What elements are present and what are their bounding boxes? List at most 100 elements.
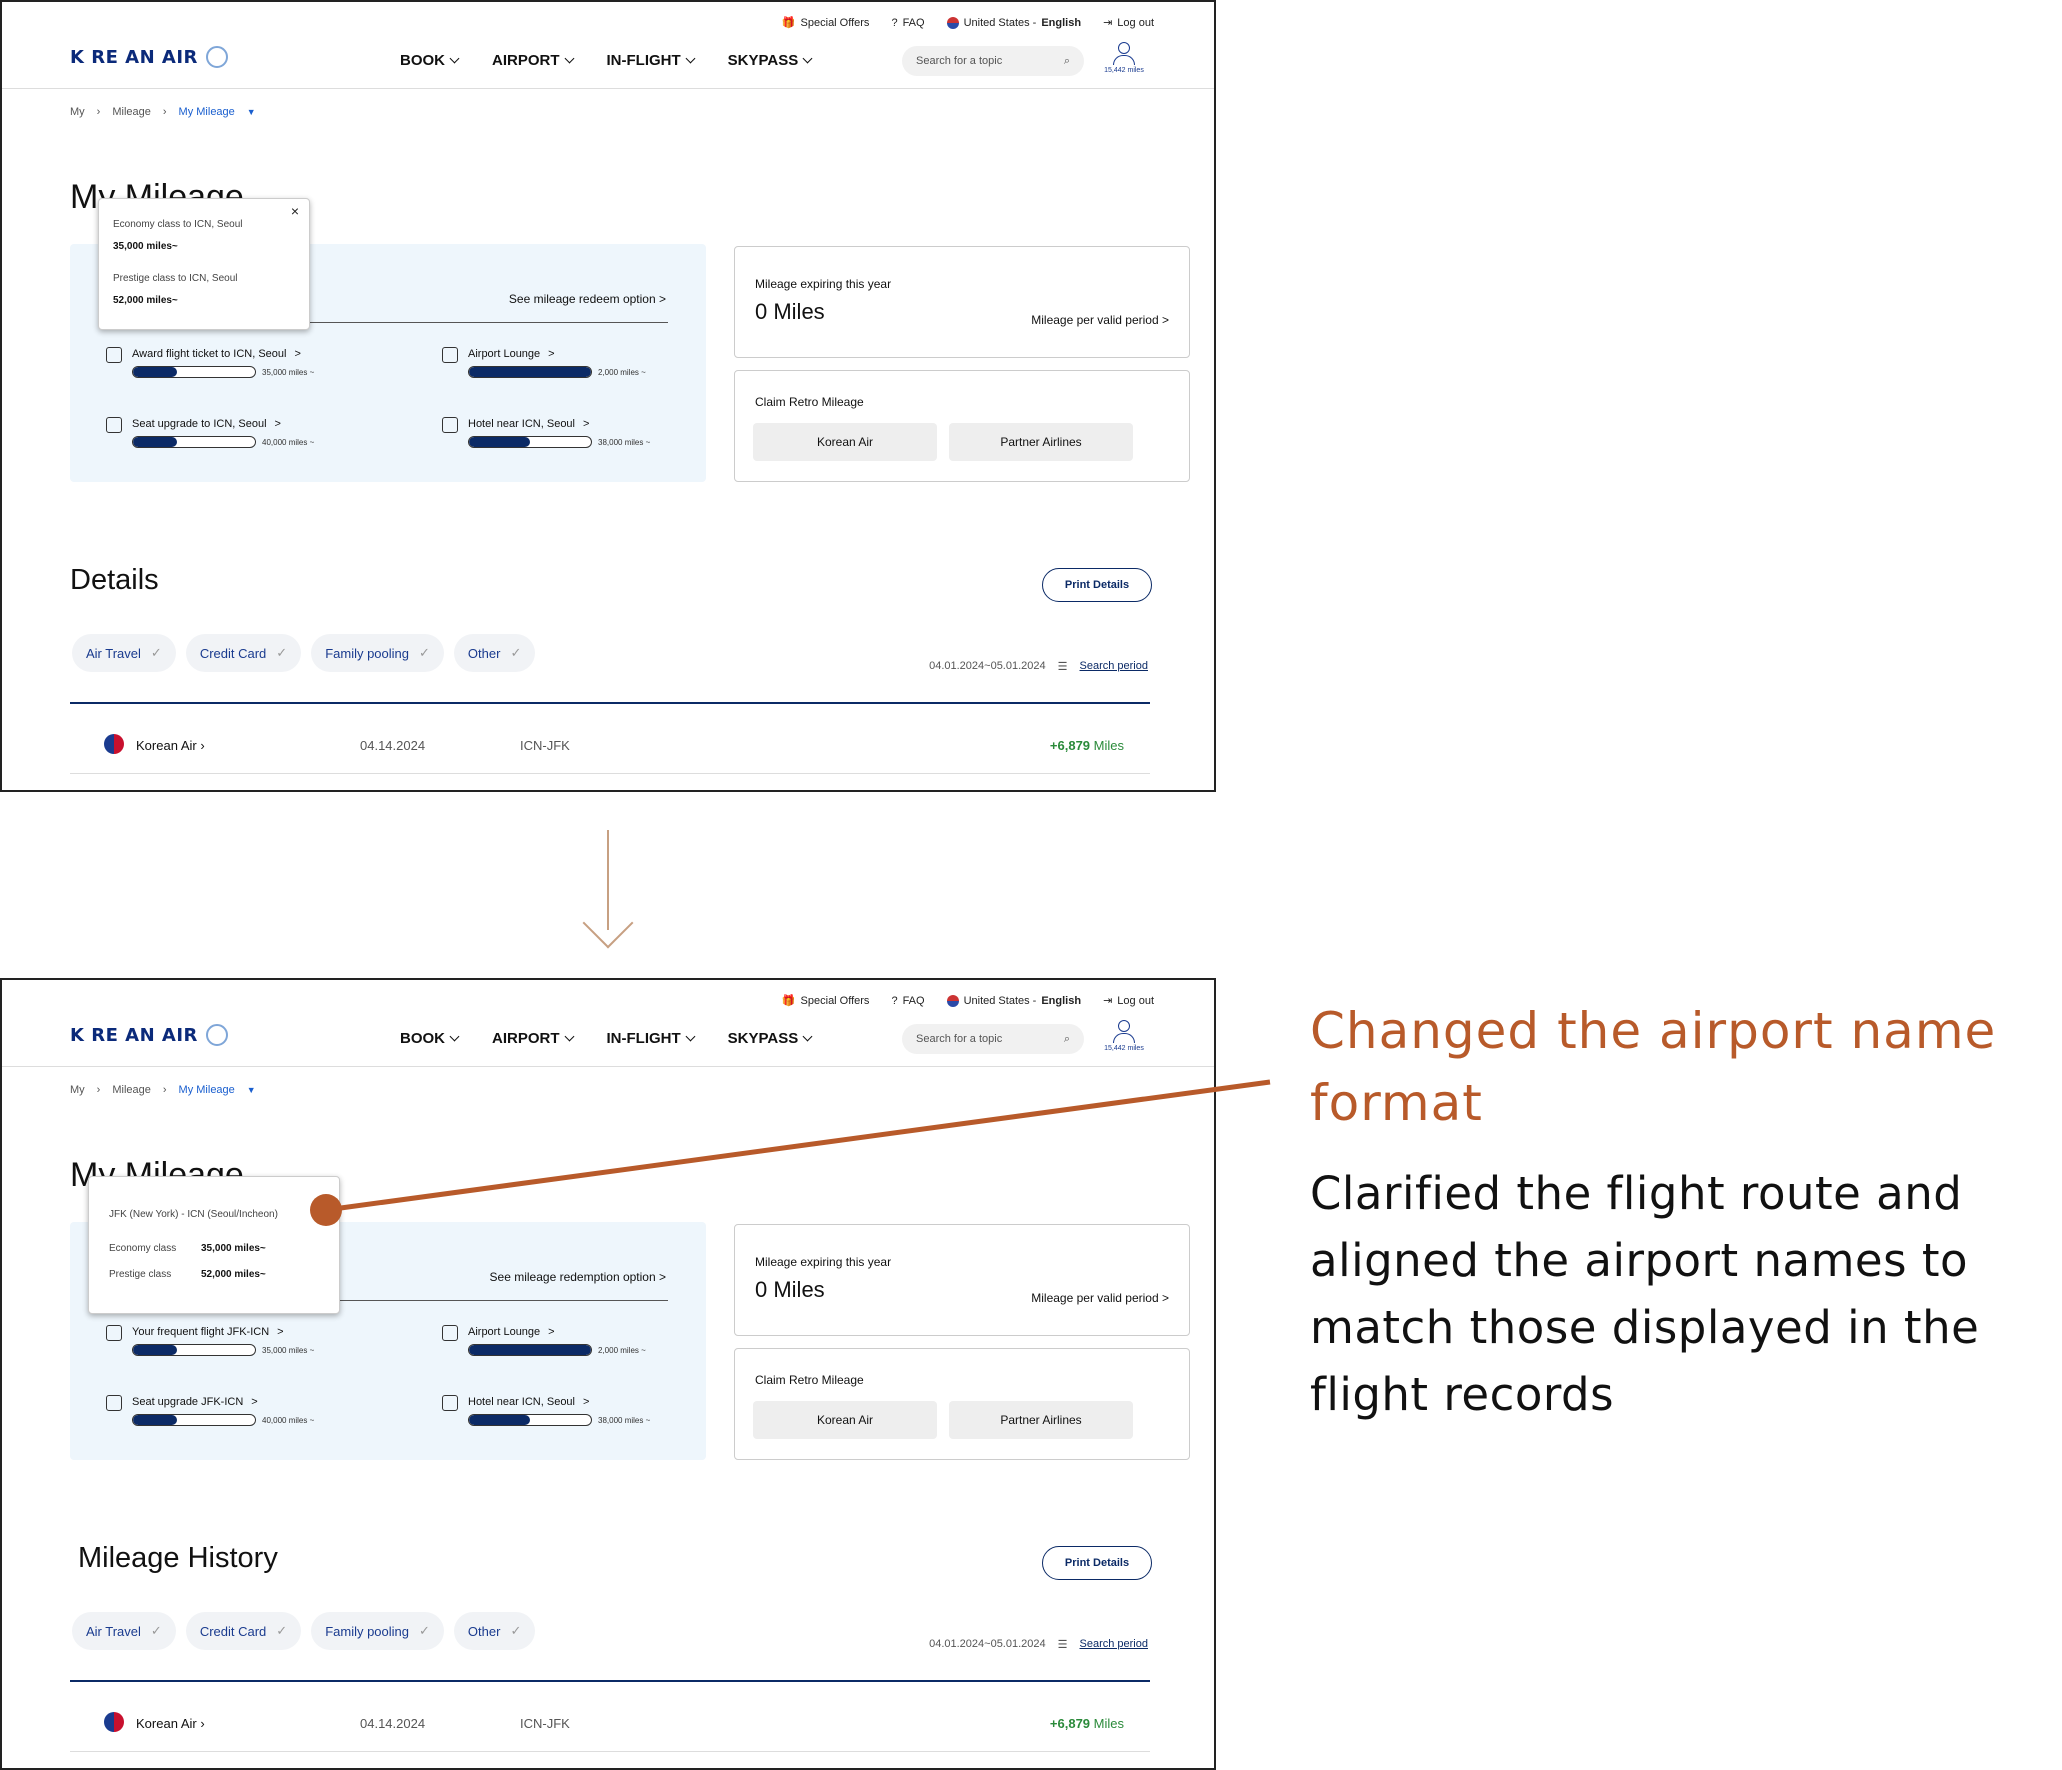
nav-skypass[interactable]: SKYPASS bbox=[728, 52, 813, 69]
redeem-option-link[interactable]: See mileage redeem option > bbox=[509, 292, 666, 306]
caret-down-icon[interactable]: ▼ bbox=[247, 107, 256, 117]
table-row[interactable]: Korean Air › 04.14.2024 ICN-JFK +6,879 M… bbox=[70, 714, 1150, 774]
progress-fill bbox=[469, 367, 591, 377]
search-input[interactable]: Search for a topic ⌕ bbox=[902, 1024, 1084, 1054]
korean-air-logo[interactable]: K RE AN AIR bbox=[70, 1024, 228, 1046]
redeem-item[interactable]: Seat upgrade JFK-ICN >40,000 miles ~ bbox=[106, 1395, 314, 1426]
breadcrumb-my[interactable]: My bbox=[70, 1084, 85, 1096]
annotation-title: Changed the airport name format bbox=[1310, 1002, 1997, 1132]
redeem-item[interactable]: Your frequent flight JFK-ICN >35,000 mile… bbox=[106, 1325, 314, 1356]
redeem-item[interactable]: Hotel near ICN, Seoul >38,000 miles ~ bbox=[442, 417, 650, 448]
close-icon[interactable]: × bbox=[291, 203, 299, 219]
filter-credit-card[interactable]: Credit Card ✓ bbox=[185, 634, 302, 672]
chevron-down-icon bbox=[564, 53, 574, 64]
tooltip-label: Prestige class to ICN, Seoul bbox=[113, 273, 238, 284]
chevron-down-icon bbox=[449, 53, 460, 64]
korean-air-button[interactable]: Korean Air bbox=[753, 423, 937, 461]
caret-down-icon[interactable]: ▼ bbox=[247, 1085, 256, 1095]
korean-air-button[interactable]: Korean Air bbox=[753, 1401, 937, 1439]
user-account[interactable]: 15,442 miles bbox=[1102, 42, 1146, 74]
retro-label: Claim Retro Mileage bbox=[755, 395, 864, 409]
search-icon[interactable]: ⌕ bbox=[1064, 55, 1070, 68]
redeem-item[interactable]: Award flight ticket to ICN, Seoul >35,000… bbox=[106, 347, 314, 378]
nav-book[interactable]: BOOK bbox=[400, 52, 460, 69]
nav-in-flight[interactable]: IN-FLIGHT bbox=[607, 52, 696, 69]
korean-air-logo[interactable]: K RE AN AIR bbox=[70, 46, 228, 68]
redeem-item[interactable]: Airport Lounge >2,000 miles ~ bbox=[442, 1325, 646, 1356]
record-date: 04.14.2024 bbox=[360, 1716, 426, 1731]
check-icon: ✓ bbox=[510, 1623, 522, 1638]
filter-credit-card[interactable]: Credit Card ✓ bbox=[185, 1612, 302, 1650]
logout-link[interactable]: ⇥ Log out bbox=[1103, 994, 1154, 1008]
progress-fill bbox=[133, 437, 177, 447]
tooltip-label: Economy class bbox=[109, 1243, 177, 1254]
print-details-button[interactable]: Print Details bbox=[1042, 1546, 1152, 1580]
print-details-button[interactable]: Print Details bbox=[1042, 568, 1152, 602]
filter-air-travel[interactable]: Air Travel ✓ bbox=[72, 1612, 176, 1650]
hotel-icon bbox=[442, 1395, 458, 1411]
chevron-down-icon bbox=[564, 1031, 574, 1042]
annotation-body: Clarified the flight route and aligned t… bbox=[1310, 1167, 1980, 1421]
table-row[interactable]: Korean Air › 04.14.2024 ICN-JFK +6,879 M… bbox=[70, 1692, 1150, 1752]
breadcrumb-mileage[interactable]: Mileage bbox=[112, 1084, 151, 1096]
progress-fill bbox=[133, 1345, 177, 1355]
chevron-down-icon bbox=[802, 1031, 813, 1042]
nav-airport[interactable]: AIRPORT bbox=[492, 52, 574, 69]
user-account[interactable]: 15,442 miles bbox=[1102, 1020, 1146, 1052]
language-selector[interactable]: United States - English bbox=[946, 16, 1081, 29]
breadcrumb-mileage[interactable]: Mileage bbox=[112, 106, 151, 118]
nav-book[interactable]: BOOK bbox=[400, 1030, 460, 1047]
filter-other[interactable]: Other ✓ bbox=[453, 1612, 536, 1650]
breadcrumb-current[interactable]: My Mileage bbox=[179, 1084, 235, 1096]
taeguk-logo-icon bbox=[205, 1024, 228, 1046]
redeem-item[interactable]: Airport Lounge >2,000 miles ~ bbox=[442, 347, 646, 378]
search-period: 04.01.2024~05.01.2024 ☰ Search period bbox=[929, 660, 1148, 673]
expiring-mileage-card: Mileage expiring this year 0 Miles Milea… bbox=[734, 1224, 1190, 1336]
lounge-seat-icon bbox=[442, 347, 458, 363]
nav-in-flight[interactable]: IN-FLIGHT bbox=[607, 1030, 696, 1047]
record-miles: +6,879 Miles bbox=[1049, 738, 1124, 753]
sliders-icon[interactable]: ☰ bbox=[1058, 1638, 1068, 1651]
table-rule bbox=[70, 702, 1150, 704]
special-offers-link[interactable]: 🎁 Special Offers bbox=[782, 994, 870, 1008]
user-icon bbox=[1118, 1020, 1130, 1032]
search-input[interactable]: Search for a topic ⌕ bbox=[902, 46, 1084, 76]
record-airline[interactable]: Korean Air › bbox=[136, 1716, 205, 1731]
special-offers-link[interactable]: 🎁 Special Offers bbox=[782, 16, 870, 30]
partner-airlines-button[interactable]: Partner Airlines bbox=[949, 423, 1133, 461]
redeem-option-link[interactable]: See mileage redemption option > bbox=[490, 1270, 666, 1284]
period-range: 04.01.2024~05.01.2024 bbox=[929, 660, 1046, 672]
retro-mileage-card: Claim Retro Mileage Korean Air Partner A… bbox=[734, 1348, 1190, 1460]
filter-family-pooling[interactable]: Family pooling ✓ bbox=[311, 1612, 444, 1650]
record-airline[interactable]: Korean Air › bbox=[136, 738, 205, 753]
nav-airport[interactable]: AIRPORT bbox=[492, 1030, 574, 1047]
filter-family-pooling[interactable]: Family pooling ✓ bbox=[311, 634, 444, 672]
tooltip-label: Prestige class bbox=[109, 1269, 172, 1280]
search-period-link[interactable]: Search period bbox=[1080, 660, 1149, 673]
faq-link[interactable]: ? FAQ bbox=[891, 995, 924, 1007]
breadcrumb-my[interactable]: My bbox=[70, 106, 85, 118]
filter-air-travel[interactable]: Air Travel ✓ bbox=[72, 634, 176, 672]
valid-period-link[interactable]: Mileage per valid period > bbox=[1031, 313, 1169, 327]
chevron-down-icon bbox=[449, 1031, 460, 1042]
search-period-link[interactable]: Search period bbox=[1080, 1638, 1149, 1651]
partner-airlines-button[interactable]: Partner Airlines bbox=[949, 1401, 1133, 1439]
us-flag-icon bbox=[946, 16, 959, 29]
nav-skypass[interactable]: SKYPASS bbox=[728, 1030, 813, 1047]
logout-link[interactable]: ⇥ Log out bbox=[1103, 16, 1154, 30]
plane-icon bbox=[106, 347, 122, 363]
progress-fill bbox=[469, 1345, 591, 1355]
redeem-item[interactable]: Hotel near ICN, Seoul >38,000 miles ~ bbox=[442, 1395, 650, 1426]
breadcrumb-current[interactable]: My Mileage bbox=[179, 106, 235, 118]
language-selector[interactable]: United States - English bbox=[946, 994, 1081, 1007]
valid-period-link[interactable]: Mileage per valid period > bbox=[1031, 1291, 1169, 1305]
lounge-seat-icon bbox=[442, 1325, 458, 1341]
main-nav: BOOK AIRPORT IN-FLIGHT SKYPASS bbox=[400, 1030, 813, 1047]
header-divider bbox=[2, 88, 1214, 89]
search-icon[interactable]: ⌕ bbox=[1064, 1033, 1070, 1046]
faq-link[interactable]: ? FAQ bbox=[891, 17, 924, 29]
filter-other[interactable]: Other ✓ bbox=[453, 634, 536, 672]
sliders-icon[interactable]: ☰ bbox=[1058, 660, 1068, 673]
redeem-item[interactable]: Seat upgrade to ICN, Seoul >40,000 miles … bbox=[106, 417, 314, 448]
chevron-down-icon bbox=[685, 1031, 696, 1042]
